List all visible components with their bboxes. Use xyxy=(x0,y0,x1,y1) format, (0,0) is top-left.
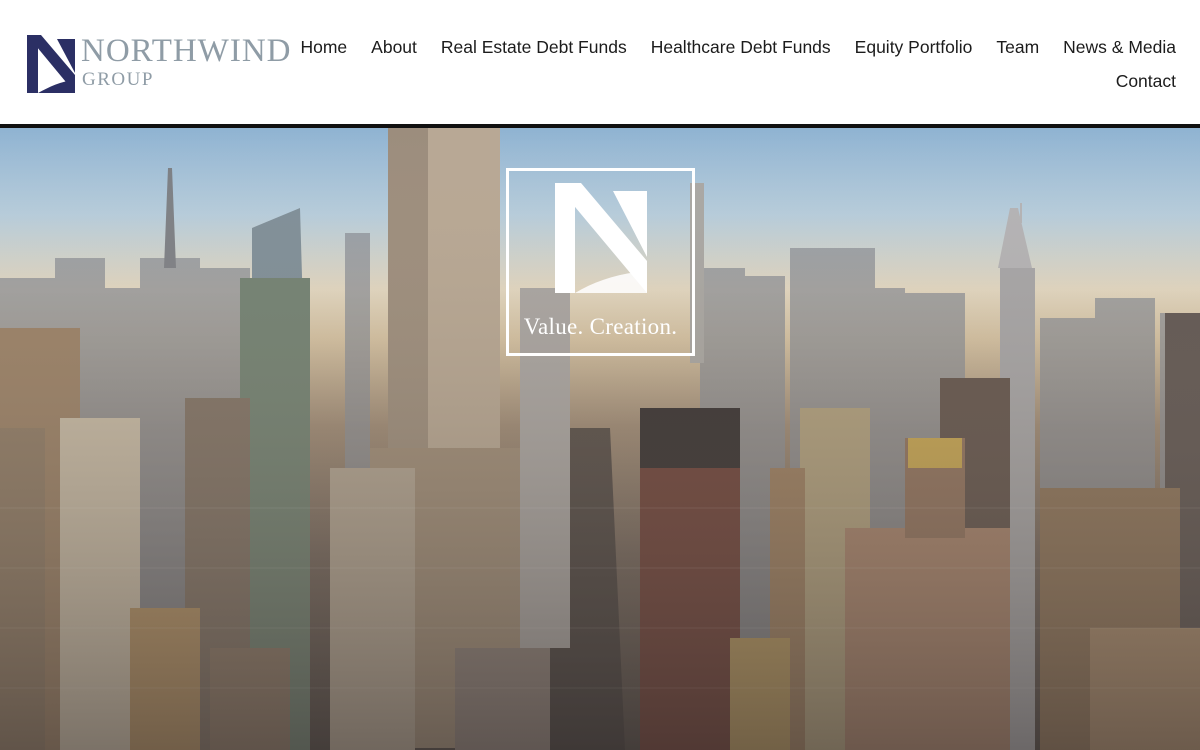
nav-real-estate-debt-funds[interactable]: Real Estate Debt Funds xyxy=(441,36,627,58)
nav-news-media[interactable]: News & Media xyxy=(1063,36,1176,58)
hero-logo-badge: Value. Creation. xyxy=(506,168,695,356)
nav-equity-portfolio[interactable]: Equity Portfolio xyxy=(855,36,973,58)
nw-logo-icon xyxy=(27,35,75,93)
nw-logo-icon xyxy=(555,183,647,293)
hero-section: Value. Creation. xyxy=(0,128,1200,750)
hero-tagline: Value. Creation. xyxy=(523,314,678,339)
main-nav: Home About Real Estate Debt Funds Health… xyxy=(300,36,1176,92)
brand-name: NORTHWIND xyxy=(81,33,292,69)
site-header: NORTHWIND GROUP Home About Real Estate D… xyxy=(0,0,1200,124)
nav-row-primary: Home About Real Estate Debt Funds Health… xyxy=(300,36,1176,58)
brand-subtitle: GROUP xyxy=(82,69,154,90)
nav-team[interactable]: Team xyxy=(996,36,1039,58)
nav-about[interactable]: About xyxy=(371,36,417,58)
nav-home[interactable]: Home xyxy=(300,36,347,58)
brand-logo[interactable]: NORTHWIND GROUP xyxy=(27,33,292,93)
nav-contact[interactable]: Contact xyxy=(1116,70,1176,92)
nav-row-secondary: Contact xyxy=(316,70,1176,92)
nav-healthcare-debt-funds[interactable]: Healthcare Debt Funds xyxy=(651,36,831,58)
